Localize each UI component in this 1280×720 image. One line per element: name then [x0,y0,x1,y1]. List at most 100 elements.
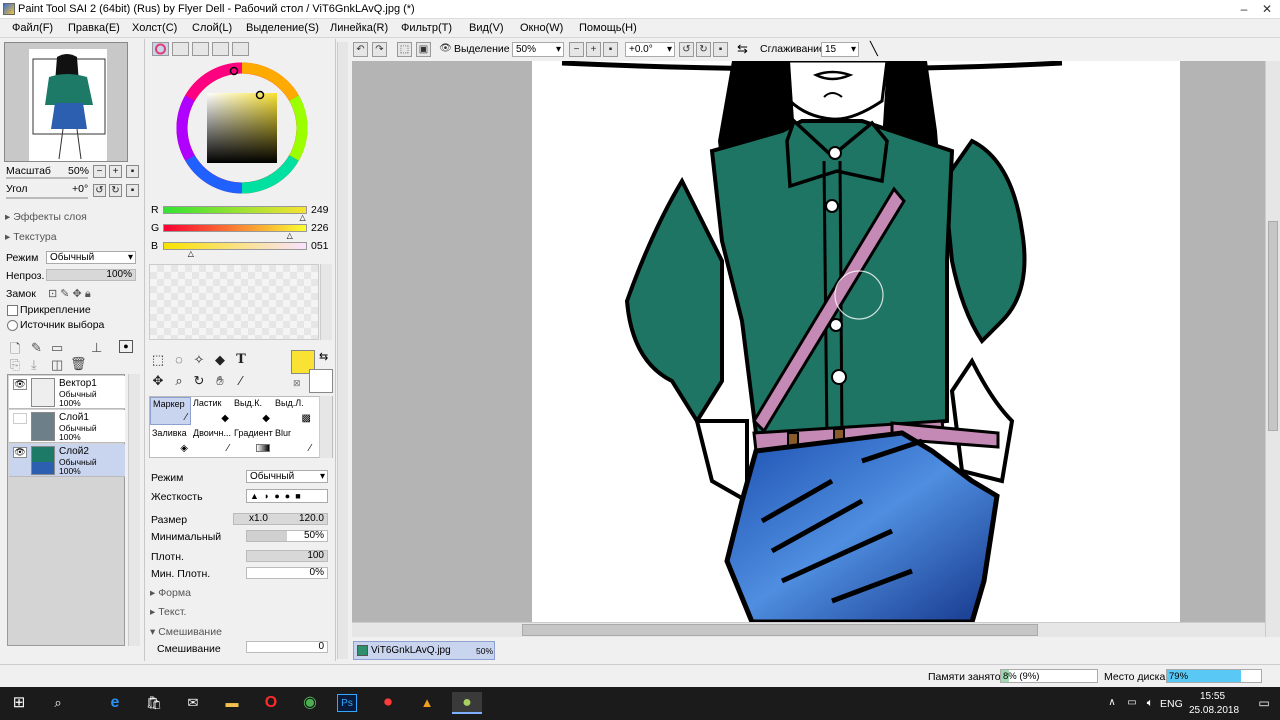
sai-icon[interactable]: ● [452,692,482,714]
language-indicator[interactable]: ENG [1160,698,1183,710]
menu-edit[interactable]: Правка(E) [68,22,120,34]
hsv-sliders-tab[interactable] [192,42,209,56]
eye-icon[interactable]: 👁︎ [13,447,27,458]
canvas-vertical-scrollbar[interactable] [1265,61,1280,637]
text-tool-icon[interactable]: T [232,352,250,368]
zoom-fit-icon[interactable]: ▪ [603,42,618,57]
hand-icon[interactable]: ✋︎ [211,373,229,389]
eyedropper-icon[interactable]: ⁄ [232,373,250,389]
swap-colors-icon[interactable]: ⇆ [319,350,328,363]
mail-icon[interactable]: ✉︎ [181,692,205,714]
windows-icon[interactable]: ⊞ [7,692,31,714]
chrome-icon[interactable]: ◉ [298,692,322,714]
brush-fill[interactable]: Заливка ◈ [150,427,191,455]
rotate-right-button[interactable]: ↻ [109,184,122,197]
blend-slider[interactable]: 0 [246,641,328,653]
record-icon[interactable]: ⏺︎ [376,692,400,714]
rotate-reset-icon[interactable]: ▪ [713,42,728,57]
mask-icon[interactable]: ● [119,340,133,353]
menu-filter[interactable]: Фильтр(T) [401,22,452,34]
trash-icon[interactable]: 🗑︎ [70,356,87,372]
copy-layer-icon[interactable]: ⎘ [10,357,20,373]
min-density-slider[interactable]: 0% [246,567,328,579]
layer-effects-header[interactable]: ▸ Эффекты слоя [5,211,87,223]
move-icon[interactable]: ✥ [149,373,167,389]
menu-layer[interactable]: Слой(L) [192,22,232,34]
layer-item[interactable]: Слой1 Обычный 100% [9,410,125,443]
zoom-tool-icon[interactable]: ⌕ [170,373,188,389]
density-slider[interactable]: 100 [246,550,328,562]
scratchpad-scrollbar[interactable] [320,264,332,340]
lasso-icon[interactable]: ◌ [170,352,188,368]
zoom-in-icon[interactable]: + [586,42,601,57]
zoom-select[interactable]: 50% ▾ [512,42,564,57]
shape-section-header[interactable]: ▸ Форма [150,587,191,599]
menu-help[interactable]: Помощь(H) [579,22,637,34]
brush-eraser[interactable]: Ластик ◆ [191,397,232,425]
zoom-slider[interactable] [6,177,88,179]
smoothing-select[interactable]: 15 ▾ [821,42,859,57]
flame-icon[interactable]: ▲ [415,692,439,714]
pen-pressure-icon[interactable]: ╲ [870,41,878,57]
zoom-in-button[interactable]: + [109,165,122,178]
minimize-button[interactable]: – [1232,0,1256,19]
hardness-selector[interactable]: ▲◗●●■ [246,489,328,503]
angle-slider[interactable] [6,197,88,199]
menu-selection[interactable]: Выделение(S) [246,22,319,34]
merge-down-icon[interactable]: ⤓ [31,357,37,373]
edge-icon[interactable]: e [103,692,127,714]
zoom-out-icon[interactable]: − [569,42,584,57]
store-icon[interactable]: 🛍︎ [142,692,166,714]
notifications-icon[interactable]: ▭ [1252,692,1276,714]
blend-section-header[interactable]: ▾ Смешивание [150,626,222,638]
green-slider[interactable] [163,224,307,232]
selection-eye-icon[interactable]: 👁︎ [438,42,453,57]
red-slider-handle[interactable]: △ [300,213,306,222]
volume-icon[interactable]: 🔈︎ [1138,692,1162,714]
rotate-reset-button[interactable]: ▪ [126,184,139,197]
menu-view[interactable]: Вид(V) [469,22,504,34]
brush-gradient[interactable]: Градиент [232,427,273,455]
clip-checkbox[interactable] [7,305,18,316]
rotate-ccw-icon[interactable]: ↺ [679,42,694,57]
photoshop-icon[interactable]: Ps [337,694,357,712]
brush-marker[interactable]: Маркер ⁄ [150,397,191,425]
layer-mode-select[interactable]: Обычный ▾ [46,251,136,264]
swatches-tab[interactable] [212,42,229,56]
layer-item-selected[interactable]: 👁︎ Слой2 Обычный 100% [9,444,125,477]
eye-icon[interactable]: 👁︎ [13,379,27,390]
undo-icon[interactable]: ↶ [353,42,368,57]
texture-header[interactable]: ▸ Текстура [5,231,57,243]
canvas-horizontal-scroll-thumb[interactable] [522,624,1038,636]
redo-icon[interactable]: ↷ [372,42,387,57]
menu-window[interactable]: Окно(W) [520,22,563,34]
brush-blur[interactable]: Blur ⁄ [273,427,314,455]
tool-panel-scrollbar[interactable] [337,42,348,659]
zoom-reset-button[interactable]: ▪ [126,165,139,178]
scratchpad-tab[interactable] [232,42,249,56]
opera-icon[interactable]: O [259,692,283,714]
new-folder-icon[interactable]: ▭ [51,340,63,356]
close-button[interactable]: ✕ [1256,0,1278,19]
brush-grid-scrollbar[interactable] [319,396,332,458]
shape-icon[interactable]: ◆ [211,352,229,368]
selection-source-checkbox[interactable] [7,320,18,331]
blue-slider[interactable] [163,242,307,250]
brush-select-eraser[interactable]: Выд.Л. ▩ [273,397,314,425]
scratchpad[interactable] [149,264,319,340]
rgb-sliders-tab[interactable] [172,42,189,56]
layer-item[interactable]: 👁︎ Вектор1 Обычный 100% [9,376,125,409]
menu-file[interactable]: Файл(F) [12,22,53,34]
brush-select-pen[interactable]: Выд.К. ◆ [232,397,273,425]
angle-select[interactable]: +0.0° ▾ [625,42,675,57]
folder-icon[interactable]: ▬ [220,692,244,714]
canvas-paper[interactable] [532,61,1180,622]
clock-date[interactable]: 25.08.2018 [1189,705,1239,716]
zoom-out-button[interactable]: − [93,165,106,178]
brush-binary[interactable]: Двоичн... ⁄ [191,427,232,455]
blue-slider-handle[interactable]: △ [188,249,194,258]
color-wheel-tab[interactable] [152,42,169,56]
color-wheel[interactable] [172,60,312,196]
eye-hidden-icon[interactable] [13,413,27,424]
rotate-left-button[interactable]: ↺ [93,184,106,197]
